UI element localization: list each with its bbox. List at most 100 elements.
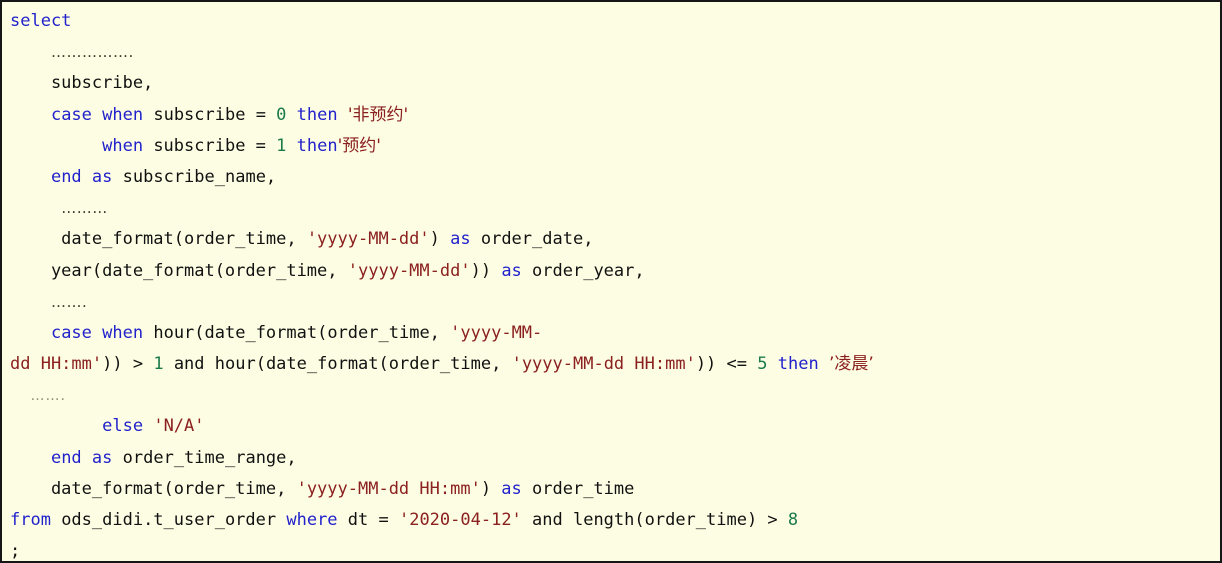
code-token-id: subscribe = xyxy=(143,135,277,156)
code-token-dots: ……… xyxy=(61,199,108,218)
code-token-kw: as xyxy=(91,447,113,468)
code-token-id xyxy=(819,354,829,374)
code-lines-container[interactable]: select ……………. subscribe, case when subsc… xyxy=(2,2,1220,562)
code-token-kw: end xyxy=(50,166,82,187)
code-token-kw: else xyxy=(102,416,144,437)
code-token-str: 'yyyy-MM-dd HH:mm' xyxy=(296,478,481,499)
code-token-id xyxy=(10,136,102,156)
code-token-id xyxy=(286,105,296,125)
code-line: ; xyxy=(10,536,1220,562)
code-token-num: 5 xyxy=(757,354,768,375)
code-line: case when subscribe = 0 then '非预约' xyxy=(10,100,1220,131)
code-token-id xyxy=(10,167,51,187)
code-token-kw: as xyxy=(501,478,522,499)
code-token-str: '预约' xyxy=(337,135,381,156)
code-token-dots: ……. xyxy=(50,292,88,311)
code-token-kw: where xyxy=(286,510,338,530)
code-line: when subscribe = 1 then'预约' xyxy=(10,131,1220,162)
code-token-num: 1 xyxy=(153,354,164,375)
code-token-id: hour(date_format(order_time, xyxy=(143,322,451,343)
code-token-num: 8 xyxy=(787,510,799,530)
code-token-id xyxy=(10,385,30,405)
code-token-id: subscribe = xyxy=(143,104,277,125)
code-line: ……………. xyxy=(10,37,1220,68)
code-token-str: '2020-04-12' xyxy=(398,510,522,530)
code-line: year(date_format(order_time, 'yyyy-MM-dd… xyxy=(10,256,1220,287)
code-line: from ods_didi.t_user_order where dt = '2… xyxy=(10,505,1220,536)
code-line: select xyxy=(10,6,1220,37)
code-token-kw: end xyxy=(50,447,82,468)
code-token-id xyxy=(10,42,51,62)
code-token-kw: case xyxy=(50,104,92,125)
code-token-id: ) xyxy=(480,478,502,499)
code-token-id: hour(date_format(order_time, xyxy=(204,354,512,375)
code-token-dots: ……………. xyxy=(50,43,134,62)
code-line: ……. xyxy=(10,380,1220,411)
code-token-kw: as xyxy=(91,166,113,187)
code-token-num: 1 xyxy=(276,135,287,156)
code-token-id xyxy=(10,198,61,218)
code-token-kw: then xyxy=(777,354,819,375)
code-token-id: ; xyxy=(10,541,21,562)
code-token-id: order_time_range, xyxy=(112,447,297,468)
code-token-id: )) > xyxy=(102,354,154,375)
code-token-id xyxy=(10,448,51,468)
code-token-id xyxy=(82,448,92,468)
code-token-id xyxy=(82,167,92,187)
code-token-id xyxy=(143,416,153,436)
code-token-kw: when xyxy=(102,135,144,156)
code-line: date_format(order_time, 'yyyy-MM-dd') as… xyxy=(10,224,1220,255)
code-token-str: ’凌晨’ xyxy=(828,354,874,375)
code-token-str: 'yyyy-MM-dd' xyxy=(306,229,430,250)
code-token-id: subscribe_name, xyxy=(112,166,277,187)
code-token-id: subscribe, xyxy=(10,73,154,94)
code-line: ……. xyxy=(10,287,1220,318)
code-token-id xyxy=(92,105,102,125)
code-token-id xyxy=(338,105,348,125)
code-token-kw: then xyxy=(296,135,338,156)
code-token-id xyxy=(164,354,174,374)
code-token-id: )) xyxy=(470,260,502,281)
code-line: dd HH:mm')) > 1 and hour(date_format(ord… xyxy=(10,349,1220,380)
sql-code-block[interactable]: select ……………. subscribe, case when subsc… xyxy=(0,0,1222,563)
code-token-kw: select xyxy=(10,11,72,31)
code-token-id xyxy=(92,323,102,343)
code-token-kw: from xyxy=(10,510,51,530)
code-token-id: order_year, xyxy=(521,260,645,281)
code-token-id xyxy=(286,136,296,156)
code-token-kw: case xyxy=(50,322,92,343)
code-token-id xyxy=(10,105,51,125)
code-token-id: )) <= xyxy=(695,354,758,375)
code-line: else 'N/A' xyxy=(10,411,1220,442)
code-line: end as subscribe_name, xyxy=(10,162,1220,193)
code-token-kw: when xyxy=(102,322,144,343)
code-token-str: '非预约' xyxy=(347,104,409,125)
code-token-id: date_format(order_time, xyxy=(10,229,307,250)
code-line: date_format(order_time, 'yyyy-MM-dd HH:m… xyxy=(10,474,1220,505)
code-token-id: and xyxy=(173,354,205,375)
code-token-id xyxy=(10,416,102,436)
code-token-kw: as xyxy=(501,260,522,281)
code-token-str: dd HH:mm' xyxy=(10,354,103,375)
code-token-str: 'yyyy-MM-dd HH:mm' xyxy=(511,354,696,375)
code-token-kw: when xyxy=(102,104,144,125)
code-token-id: dt = xyxy=(337,510,399,530)
code-token-id xyxy=(767,354,777,374)
code-line: ……… xyxy=(10,193,1220,224)
code-token-id: year(date_format(order_time, xyxy=(10,260,348,281)
code-token-kw: as xyxy=(450,229,471,250)
code-token-num: 0 xyxy=(276,104,287,125)
code-token-id: date_format(order_time, xyxy=(10,478,297,499)
code-token-id: and length(order_time) > xyxy=(521,510,788,530)
code-token-id xyxy=(10,292,51,312)
code-line: end as order_time_range, xyxy=(10,443,1220,474)
code-token-id: order_time xyxy=(521,478,635,499)
code-token-id: ) xyxy=(429,229,451,250)
code-token-str: 'N/A' xyxy=(153,416,205,437)
code-line: case when hour(date_format(order_time, '… xyxy=(10,318,1220,349)
code-token-id xyxy=(10,323,51,343)
code-line: subscribe, xyxy=(10,68,1220,99)
code-token-kw: then xyxy=(296,104,338,125)
code-token-str: 'yyyy-MM- xyxy=(450,322,543,343)
code-token-dots-faded: ……. xyxy=(30,388,66,405)
